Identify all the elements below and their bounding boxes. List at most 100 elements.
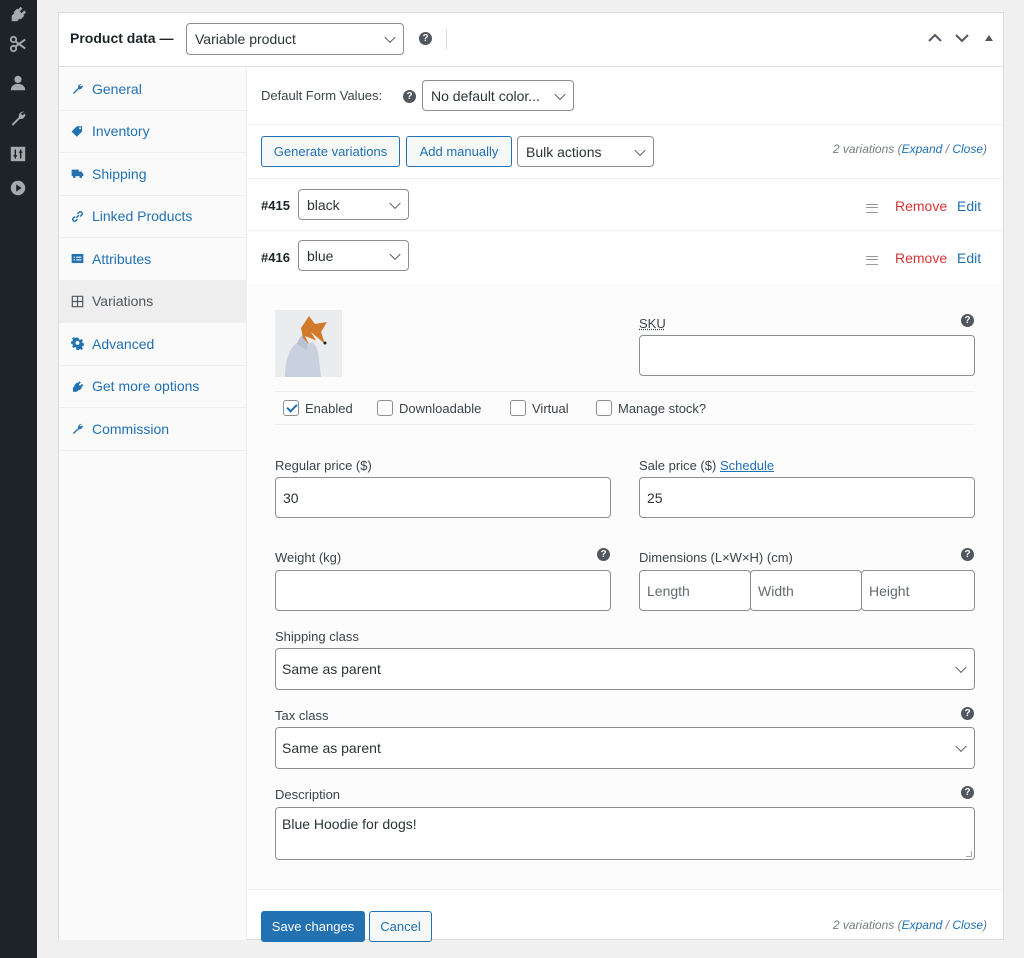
virtual-checkbox[interactable]: Virtual	[510, 400, 569, 416]
manage-stock-checkbox[interactable]: Manage stock?	[596, 400, 706, 416]
edit-variation-link[interactable]: Edit	[957, 250, 981, 266]
generate-variations-button[interactable]: Generate variations	[261, 136, 400, 167]
divider	[275, 391, 975, 392]
settings-sliders-icon[interactable]	[8, 144, 28, 164]
save-changes-button[interactable]: Save changes	[261, 911, 365, 942]
drag-handle-icon[interactable]	[866, 256, 878, 265]
cancel-button[interactable]: Cancel	[369, 911, 432, 942]
description-label: Description	[275, 787, 341, 802]
add-manually-button[interactable]: Add manually	[406, 136, 512, 167]
edit-variation-link[interactable]: Edit	[957, 198, 981, 214]
regular-price-input[interactable]: 30	[275, 477, 611, 518]
truck-icon	[70, 167, 84, 181]
link-icon	[70, 209, 84, 223]
help-icon[interactable]: ?	[403, 90, 416, 103]
collapse-toggle-icon[interactable]	[985, 35, 993, 41]
tax-class-label: Tax class	[275, 708, 329, 723]
variations-panel: Default Form Values: ? No default color.…	[248, 68, 1003, 942]
chevron-down-icon	[384, 31, 396, 44]
height-input[interactable]: Height	[861, 570, 975, 611]
bulk-actions-select[interactable]: Bulk actions	[517, 136, 654, 167]
remove-variation-link[interactable]: Remove	[895, 250, 947, 266]
expand-link[interactable]: Expand	[902, 918, 943, 932]
product-type-select[interactable]: Variable product	[186, 23, 404, 55]
variation-id: #415	[261, 198, 290, 213]
help-icon[interactable]: ?	[961, 786, 974, 799]
list-card-icon	[70, 252, 84, 266]
tab-advanced[interactable]: Advanced	[59, 323, 246, 366]
chevron-down-icon	[955, 740, 967, 753]
chevron-down-icon	[389, 197, 401, 209]
weight-input[interactable]	[275, 570, 611, 611]
play-circle-icon[interactable]	[8, 178, 28, 198]
enabled-checkbox[interactable]: Enabled	[283, 400, 353, 416]
variation-image[interactable]	[275, 310, 342, 377]
drag-handle-icon[interactable]	[866, 204, 878, 213]
tab-attributes[interactable]: Attributes	[59, 238, 246, 281]
sku-input[interactable]	[639, 335, 975, 376]
divider	[275, 424, 975, 425]
regular-price-label: Regular price ($)	[275, 458, 372, 473]
length-input[interactable]: Length	[639, 570, 751, 611]
schedule-link[interactable]: Schedule	[720, 458, 774, 473]
close-link[interactable]: Close	[952, 918, 983, 932]
wrench-icon[interactable]	[8, 108, 28, 128]
chevron-down-icon	[389, 248, 401, 260]
variations-count-footer: 2 variations (Expand / Close)	[832, 918, 987, 932]
tab-general[interactable]: General	[59, 68, 246, 111]
gear-icon	[70, 337, 84, 351]
width-input[interactable]: Width	[750, 570, 862, 611]
sale-price-input[interactable]: 25	[639, 477, 975, 518]
close-link[interactable]: Close	[952, 142, 983, 156]
variation-attribute-select[interactable]: blue	[298, 240, 409, 271]
wrench-icon	[70, 422, 84, 436]
sku-label: SKU	[639, 316, 666, 331]
chevron-down-icon	[554, 88, 566, 100]
grid-icon	[70, 294, 84, 308]
wrench-icon	[70, 82, 84, 96]
tab-shipping[interactable]: Shipping	[59, 153, 246, 196]
panel-title: Product data —	[70, 30, 174, 46]
expand-link[interactable]: Expand	[902, 142, 943, 156]
help-icon[interactable]: ?	[419, 32, 432, 45]
help-icon[interactable]: ?	[597, 548, 610, 561]
checkbox[interactable]	[596, 400, 612, 416]
remove-variation-link[interactable]: Remove	[895, 198, 947, 214]
plugins-icon[interactable]	[8, 4, 28, 24]
tools-scissors-icon[interactable]	[8, 34, 28, 54]
variations-count: 2 variations (Expand / Close)	[832, 142, 987, 156]
variation-row[interactable]: #415 black Remove Edit	[248, 180, 1003, 231]
default-form-values-row: Default Form Values: ? No default color.…	[248, 68, 1003, 125]
tab-get-more-options[interactable]: Get more options	[59, 366, 246, 408]
resize-handle-icon[interactable]	[966, 851, 972, 857]
tag-icon	[70, 124, 84, 138]
variation-row[interactable]: #416 blue Remove Edit	[248, 232, 1003, 284]
tab-linked-products[interactable]: Linked Products	[59, 196, 246, 238]
help-icon[interactable]: ?	[961, 548, 974, 561]
tab-variations[interactable]: Variations	[59, 280, 246, 323]
tab-inventory[interactable]: Inventory	[59, 111, 246, 153]
move-up-icon[interactable]	[928, 33, 942, 43]
shipping-class-label: Shipping class	[275, 629, 359, 644]
variation-id: #416	[261, 250, 290, 265]
tab-commission[interactable]: Commission	[59, 408, 246, 451]
downloadable-checkbox[interactable]: Downloadable	[377, 400, 481, 416]
product-data-tabs: General Inventory Shipping Linked Produc…	[59, 68, 247, 940]
admin-sidebar	[0, 0, 37, 958]
default-color-select[interactable]: No default color...	[422, 80, 574, 111]
variation-attribute-select[interactable]: black	[298, 189, 409, 220]
checkbox-checked[interactable]	[283, 400, 299, 416]
product-data-header: Product data — Variable product ?	[59, 13, 1003, 67]
chevron-down-icon	[955, 661, 967, 674]
chevron-down-icon	[634, 144, 646, 156]
checkbox[interactable]	[510, 400, 526, 416]
shipping-class-select[interactable]: Same as parent	[275, 648, 975, 690]
users-icon[interactable]	[8, 73, 28, 93]
move-down-icon[interactable]	[955, 33, 969, 43]
description-textarea[interactable]: Blue Hoodie for dogs!	[275, 807, 975, 860]
checkbox[interactable]	[377, 400, 393, 416]
product-data-panel: Product data — Variable product ? Genera…	[58, 12, 1004, 942]
help-icon[interactable]: ?	[961, 707, 974, 720]
tax-class-select[interactable]: Same as parent	[275, 727, 975, 769]
help-icon[interactable]: ?	[961, 314, 974, 327]
